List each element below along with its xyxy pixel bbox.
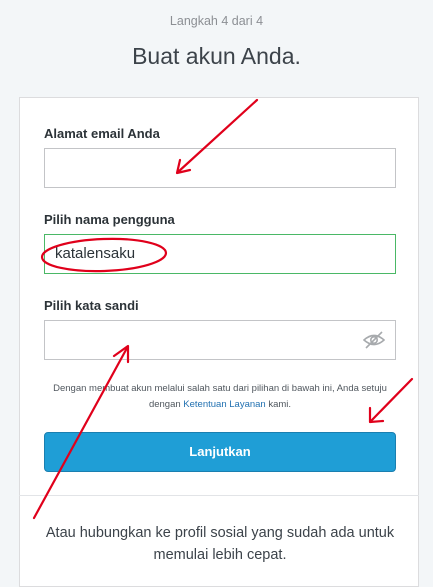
arrow-annotation-button <box>368 377 414 424</box>
arrow-annotation-email <box>175 98 259 175</box>
arrow-annotation-password <box>32 344 130 520</box>
circle-annotation-username <box>40 237 168 273</box>
annotation-overlay <box>32 98 414 520</box>
